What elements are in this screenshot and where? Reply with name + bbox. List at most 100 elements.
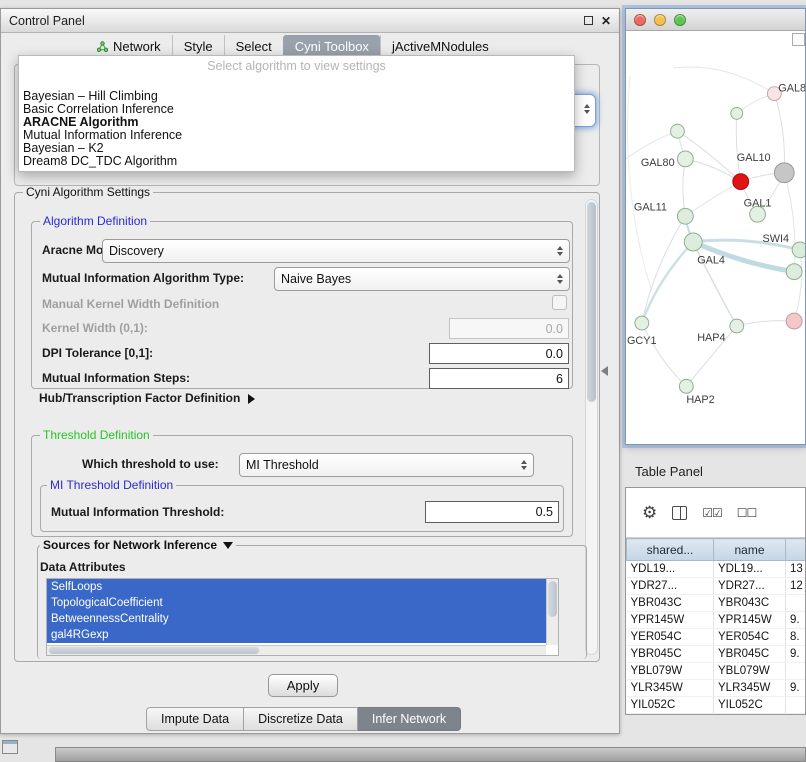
network-node[interactable] (786, 264, 802, 280)
network-edge (736, 113, 740, 181)
table-cell[interactable]: 8. (786, 629, 806, 646)
data-attribute-item[interactable]: SelfLoops (47, 579, 546, 595)
table-row[interactable]: YPR145WYPR145W9. (627, 612, 806, 629)
table-cell[interactable]: YDL19... (627, 561, 714, 578)
bottom-tab-discretize-data[interactable]: Discretize Data (244, 707, 358, 731)
data-attribute-item[interactable]: gal4RGexp (47, 627, 546, 643)
attribute-list-vscroll-thumb[interactable] (548, 581, 557, 617)
attribute-list-vscrollbar[interactable] (546, 579, 558, 645)
algorithm-definition-group: Algorithm Definition Aracne Mode: Discov… (31, 221, 573, 389)
network-graph[interactable]: GAL8GAL80GAL10GAL11GAL1SWI4GAL4GCY1HAP4H… (626, 31, 805, 444)
network-node[interactable] (792, 242, 805, 258)
settings-scrollbar-thumb[interactable] (587, 202, 596, 402)
mi-steps-input[interactable] (429, 368, 569, 389)
table-row[interactable]: YLR345WYLR345W9. (627, 680, 806, 697)
table-cell[interactable]: 12 (786, 578, 806, 595)
table-cell[interactable]: YDR27... (714, 578, 786, 595)
network-node[interactable] (679, 379, 693, 393)
network-node[interactable] (774, 163, 794, 183)
table-cell[interactable]: YPR145W (714, 612, 786, 629)
table-row[interactable]: YDR27...YDR27...12 (627, 578, 806, 595)
hub-definition-toggle[interactable]: Hub/Transcription Factor Definition (39, 391, 255, 406)
network-window-titlebar[interactable] (626, 9, 805, 31)
table-row[interactable]: YIL052CYIL052C (627, 697, 806, 714)
network-node[interactable] (733, 174, 749, 190)
apply-button[interactable]: Apply (268, 674, 338, 697)
desktop: Control Panel ✕ NetworkStyleSelectCyni T… (0, 0, 806, 762)
algorithm-option-dream8-dc-tdc-algorithm[interactable]: Dream8 DC_TDC Algorithm (19, 155, 574, 168)
network-node-label: HAP4 (697, 332, 725, 344)
data-attribute-item[interactable]: BetweennessCentrality (47, 611, 546, 627)
network-node[interactable] (671, 124, 685, 138)
minimize-light-icon[interactable] (654, 14, 666, 26)
network-node-label: GAL8 (778, 83, 805, 95)
columns-icon[interactable] (672, 506, 687, 520)
network-node[interactable] (635, 316, 649, 330)
table-cell[interactable]: YIL052C (714, 697, 786, 714)
table-cell[interactable]: 13 (786, 561, 806, 578)
table-cell[interactable]: YLR345W (627, 680, 714, 697)
bottom-tab-infer-network[interactable]: Infer Network (358, 707, 461, 731)
table-row[interactable]: YBL079WYBL079W (627, 663, 806, 680)
table-cell[interactable] (786, 697, 806, 714)
zoom-light-icon[interactable] (674, 14, 686, 26)
threshold-definition-group: Threshold Definition Which threshold to … (31, 435, 573, 537)
close-light-icon[interactable] (634, 14, 646, 26)
table-cell[interactable]: YBL079W (714, 663, 786, 680)
network-node[interactable] (684, 233, 702, 251)
table-cell[interactable]: YBR043C (714, 595, 786, 612)
float-window-icon[interactable] (584, 16, 593, 25)
sources-title-row[interactable]: Sources for Network Inference (40, 538, 236, 552)
table-cell[interactable]: YBR045C (714, 646, 786, 663)
which-threshold-combobox[interactable]: MI Threshold (239, 453, 534, 477)
network-edge (784, 173, 795, 272)
table-cell[interactable]: YBR045C (627, 646, 714, 663)
table-cell[interactable]: YER054C (714, 629, 786, 646)
table-column-header[interactable]: shared... (627, 539, 714, 561)
kernel-width-input[interactable] (449, 318, 569, 339)
select-all-checkboxes-icon[interactable]: ☑☑ (702, 506, 722, 520)
data-attributes-list[interactable]: SelfLoopsTopologicalCoefficientBetweenne… (46, 578, 559, 656)
table-column-header[interactable] (786, 539, 806, 561)
attribute-list-hscrollbar[interactable] (47, 645, 546, 655)
dpi-tolerance-input[interactable] (429, 343, 569, 364)
table-cell[interactable]: 9. (786, 612, 806, 629)
clear-all-checkboxes-icon[interactable]: ☐☐ (737, 506, 757, 520)
attribute-list-hscroll-thumb[interactable] (49, 647, 259, 654)
table-cell[interactable]: YDL19... (714, 561, 786, 578)
mi-threshold-input[interactable] (425, 501, 559, 523)
table-row[interactable]: YBR043CYBR043C (627, 595, 806, 612)
panel-collapse-icon[interactable] (601, 366, 608, 376)
mi-type-combobox[interactable]: Naive Bayes (274, 267, 570, 291)
bottom-tab-impute-data[interactable]: Impute Data (146, 707, 244, 731)
table-cell[interactable]: 9. (786, 680, 806, 697)
network-node[interactable] (677, 151, 693, 167)
table-cell[interactable]: YER054C (627, 629, 714, 646)
table-cell[interactable]: YBL079W (627, 663, 714, 680)
table-row[interactable]: YDL19...YDL19...13 (627, 561, 806, 578)
table-cell[interactable]: YIL052C (627, 697, 714, 714)
traffic-lights (634, 14, 686, 26)
table-column-header[interactable]: name (714, 539, 786, 561)
table-cell[interactable]: YPR145W (627, 612, 714, 629)
table-cell[interactable]: YBR043C (627, 595, 714, 612)
gear-icon[interactable]: ⚙ (642, 504, 657, 521)
table-row[interactable]: YER054CYER054C8. (627, 629, 806, 646)
network-node[interactable] (677, 208, 693, 224)
network-node[interactable] (731, 107, 743, 119)
aracne-mode-combobox[interactable]: Discovery (102, 239, 570, 263)
data-attribute-item[interactable]: TopologicalCoefficient (47, 595, 546, 611)
network-canvas[interactable]: GAL8GAL80GAL10GAL11GAL1SWI4GAL4GCY1HAP4H… (626, 31, 805, 444)
manual-kernel-checkbox[interactable] (552, 295, 567, 310)
table-row[interactable]: YBR045CYBR045C9. (627, 646, 806, 663)
network-node[interactable] (786, 313, 802, 329)
table-cell[interactable] (786, 595, 806, 612)
table-cell[interactable]: YLR345W (714, 680, 786, 697)
table-cell[interactable]: 9. (786, 646, 806, 663)
close-panel-icon[interactable]: ✕ (601, 15, 611, 27)
table-cell[interactable]: YDR27... (627, 578, 714, 595)
network-node[interactable] (730, 319, 744, 333)
mini-window-icon[interactable] (2, 740, 18, 754)
table-cell[interactable] (786, 663, 806, 680)
network-scroll-button[interactable] (792, 33, 805, 46)
